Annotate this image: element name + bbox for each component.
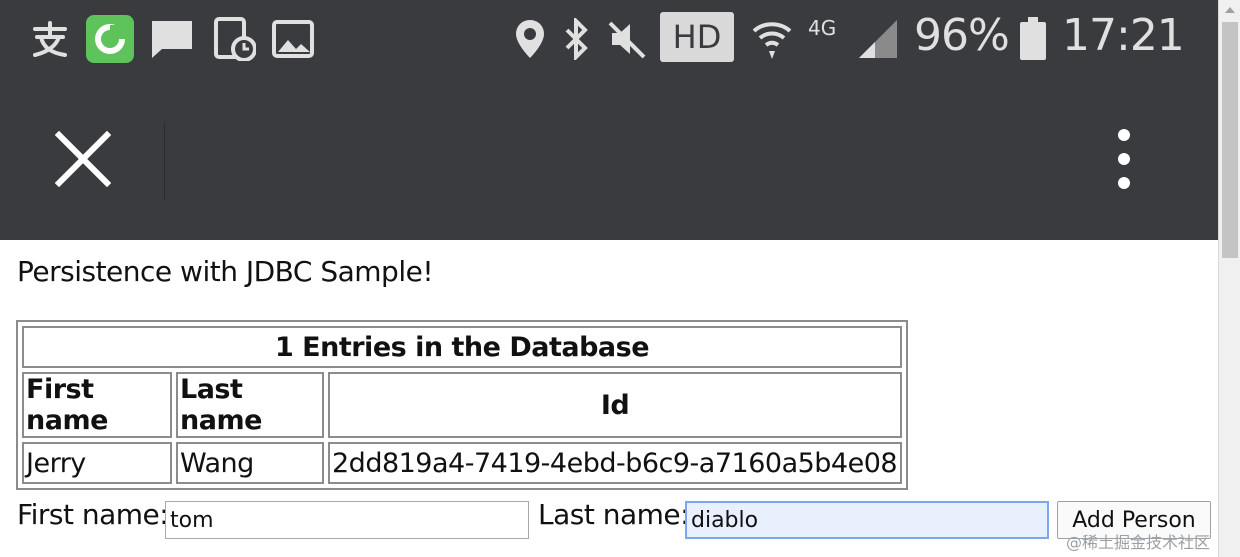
entries-table: 1 Entries in the Database First name Las… — [16, 320, 908, 490]
hd-badge: HD — [660, 12, 734, 62]
location-icon — [512, 14, 548, 64]
close-button[interactable] — [40, 116, 126, 202]
watermark: @稀土掘金技术社区 — [1065, 533, 1210, 552]
alipay-icon — [26, 14, 74, 64]
message-icon — [148, 14, 196, 64]
status-bar: HD 4G 96% 17:21 — [0, 0, 1218, 80]
column-header: Id — [328, 372, 902, 438]
more-vert-icon — [1118, 129, 1130, 189]
app-bar — [0, 80, 1218, 240]
page-title: Persistence with JDBC Sample! — [17, 255, 434, 288]
first-name-label: First name: — [17, 498, 169, 531]
table-row: Jerry Wang 2dd819a4-7419-4ebd-b6c9-a7160… — [22, 442, 902, 484]
tablet-clock-icon — [212, 14, 258, 64]
column-header: Last name — [176, 372, 324, 438]
cell-id: 2dd819a4-7419-4ebd-b6c9-a7160a5b4e08 — [328, 442, 902, 484]
add-person-form: First name: Last name: Add Person — [17, 498, 1217, 542]
clock-time: 17:21 — [1062, 10, 1185, 61]
wifi-icon — [748, 14, 796, 64]
wechat-icon — [86, 14, 134, 64]
cell-last-name: Wang — [176, 442, 324, 484]
mute-icon — [604, 14, 650, 64]
bluetooth-icon — [560, 14, 594, 64]
column-header: First name — [22, 372, 172, 438]
table-header-row: First name Last name Id — [22, 372, 902, 438]
network-type: 4G — [808, 16, 837, 40]
cell-first-name: Jerry — [22, 442, 172, 484]
battery-percent: 96% — [914, 10, 1010, 61]
battery-icon — [1016, 14, 1050, 64]
scroll-up-icon[interactable] — [1219, 0, 1240, 20]
image-icon — [270, 14, 316, 64]
first-name-input[interactable] — [165, 501, 529, 539]
last-name-input[interactable] — [685, 501, 1049, 539]
table-caption: 1 Entries in the Database — [22, 326, 902, 368]
scroll-thumb[interactable] — [1222, 22, 1238, 258]
last-name-label: Last name: — [538, 498, 690, 531]
close-icon — [55, 131, 111, 187]
more-options-button[interactable] — [1098, 116, 1150, 202]
app-bar-divider — [164, 122, 165, 200]
page-scrollbar[interactable] — [1218, 0, 1240, 557]
page-content: Persistence with JDBC Sample! 1 Entries … — [0, 240, 1218, 557]
signal-icon — [856, 14, 900, 64]
